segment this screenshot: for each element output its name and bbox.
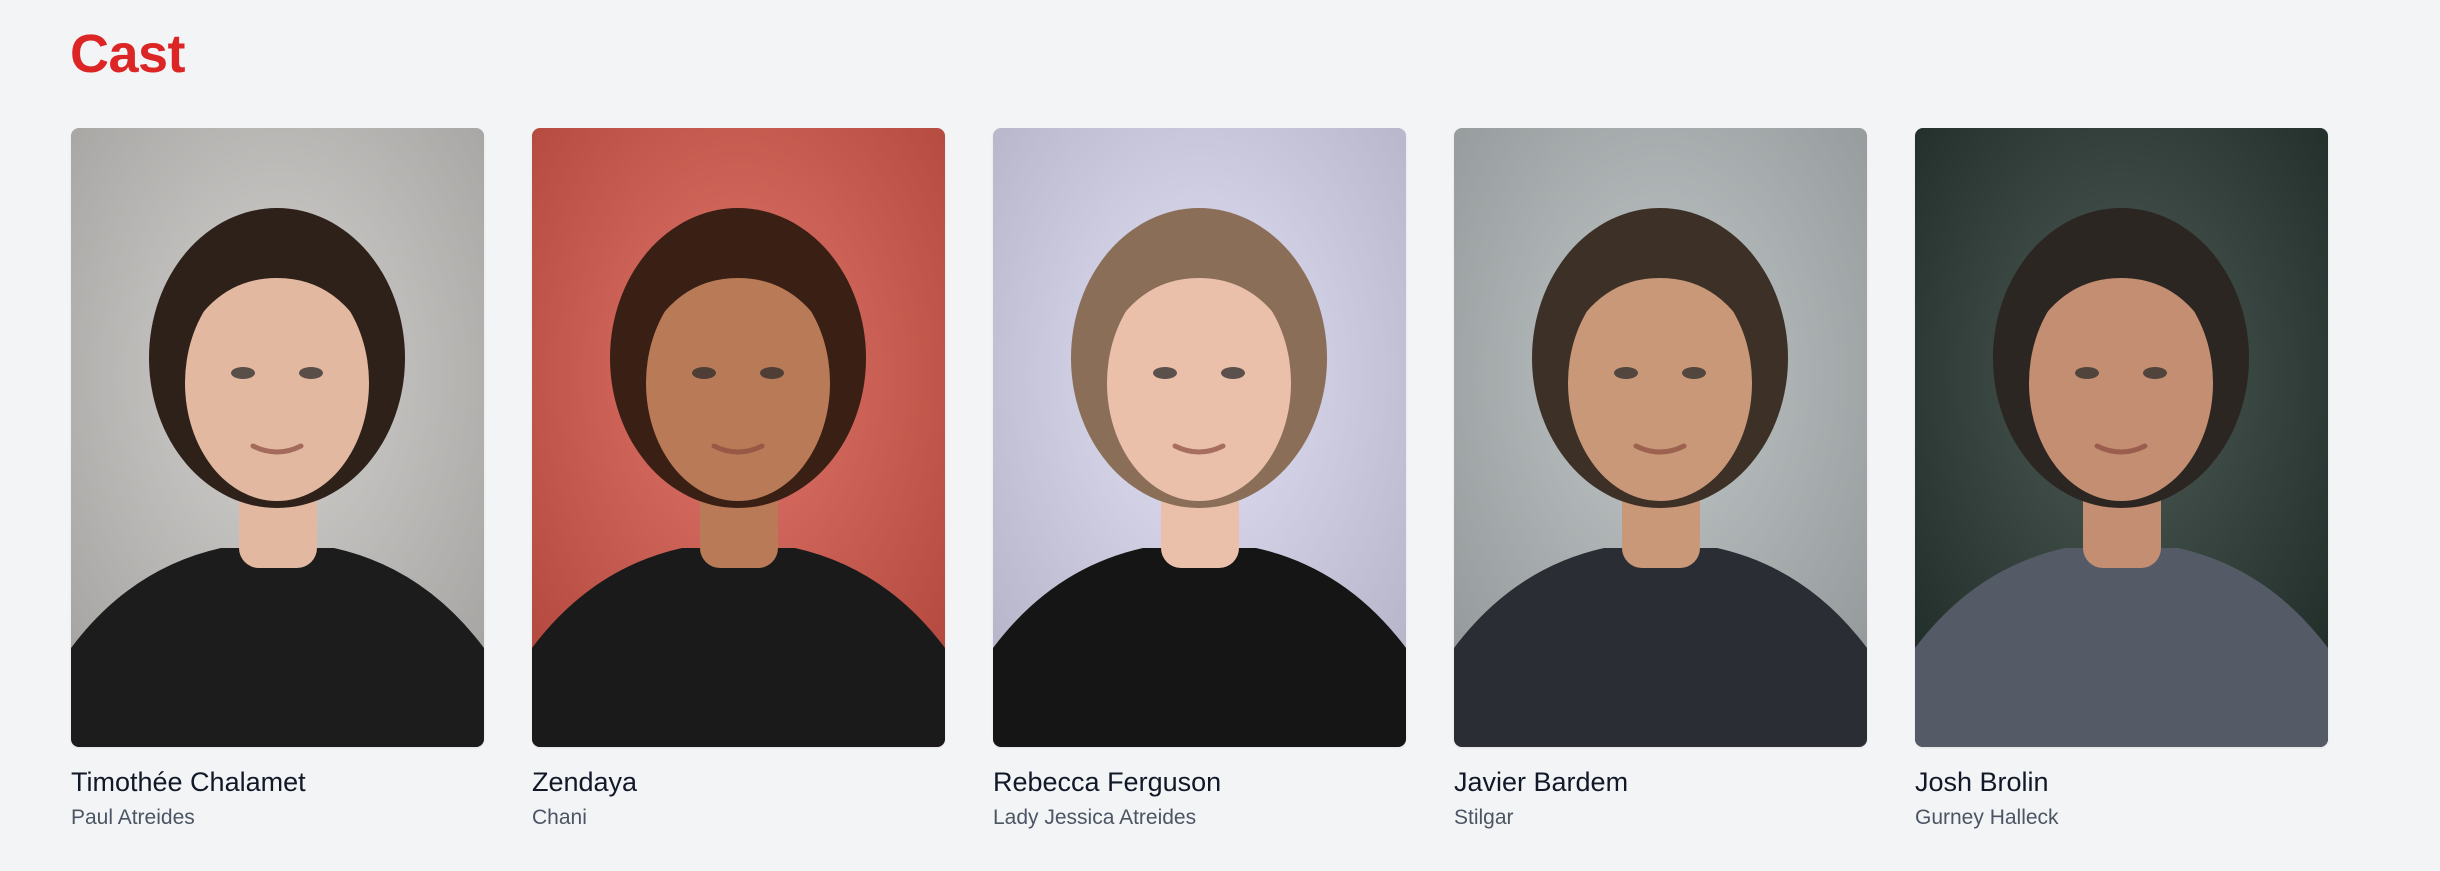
actor-name[interactable]: Zendaya [532,765,945,799]
actor-name[interactable]: Rebecca Ferguson [993,765,1406,799]
character-name: Paul Atreides [71,806,195,829]
actor-photo[interactable] [71,128,484,747]
cast-card[interactable]: Josh Brolin Gurney Halleck [1915,128,2328,831]
actor-name[interactable]: Josh Brolin [1915,765,2328,799]
cast-grid: Timothée Chalamet Paul Atreides Zendaya … [71,128,2328,831]
actor-photo[interactable] [1915,128,2328,747]
portrait-photo [993,128,1406,747]
actor-photo[interactable] [993,128,1406,747]
portrait-photo [71,128,484,747]
actor-photo[interactable] [1454,128,1867,747]
cast-card[interactable]: Rebecca Ferguson Lady Jessica Atreides [993,128,1406,831]
cast-card[interactable]: Timothée Chalamet Paul Atreides [71,128,484,831]
portrait-photo [532,128,945,747]
actor-name[interactable]: Timothée Chalamet [71,765,484,799]
character-name: Stilgar [1454,806,1514,829]
portrait-photo [1454,128,1867,747]
actor-photo[interactable] [532,128,945,747]
cast-section: Cast Timothée Chalamet Paul Atreides Zen… [0,0,2440,871]
cast-card[interactable]: Zendaya Chani [532,128,945,831]
character-name: Chani [532,806,587,829]
actor-name[interactable]: Javier Bardem [1454,765,1867,799]
section-title: Cast [70,24,186,84]
character-name: Lady Jessica Atreides [993,806,1197,829]
portrait-photo [1915,128,2328,747]
cast-card[interactable]: Javier Bardem Stilgar [1454,128,1867,831]
character-name: Gurney Halleck [1915,806,2059,829]
